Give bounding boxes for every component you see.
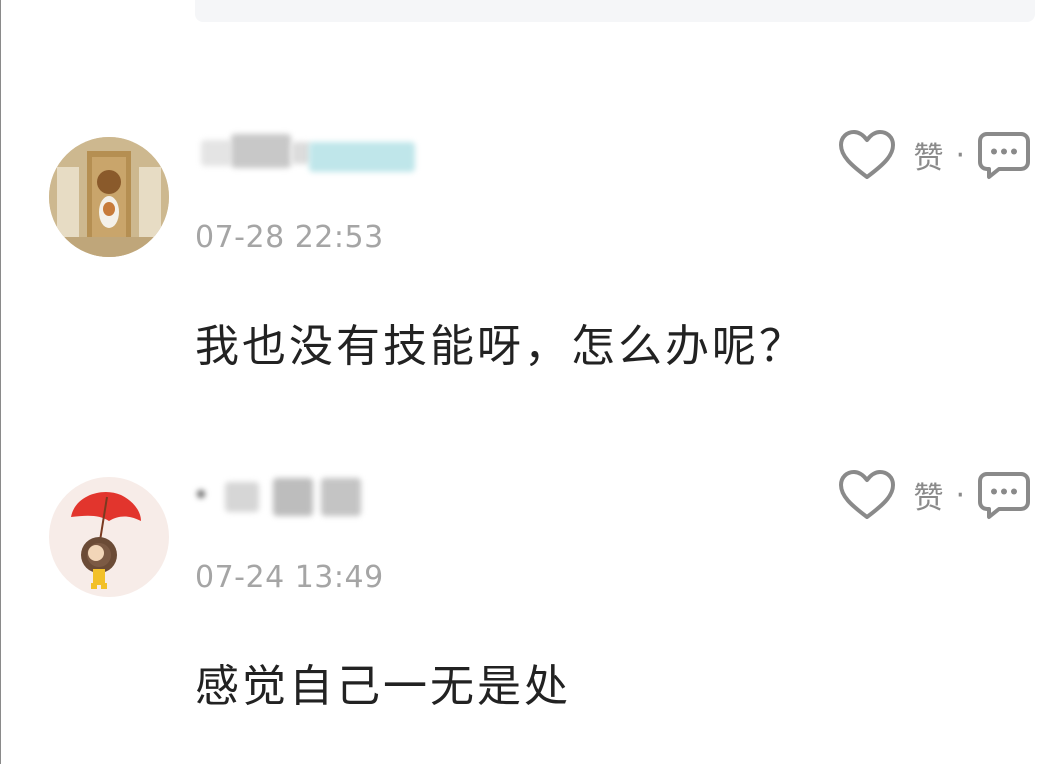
heart-outline-icon[interactable] xyxy=(837,469,897,521)
interior-vase-avatar-icon xyxy=(49,137,169,257)
username-blurred[interactable] xyxy=(181,470,381,516)
comment-timestamp: 07-28 22:53 xyxy=(195,220,384,255)
separator-dot: · xyxy=(955,137,965,173)
avatar[interactable] xyxy=(49,477,169,597)
comment-text: 我也没有技能呀，怎么办呢？ xyxy=(195,321,806,372)
girl-with-red-umbrella-avatar-icon xyxy=(49,477,169,597)
speech-bubble-icon[interactable] xyxy=(977,470,1031,520)
comment-actions: 赞 · xyxy=(837,465,1031,525)
avatar[interactable] xyxy=(49,137,169,257)
comment-text: 感觉自己一无是处 xyxy=(195,661,571,712)
previous-reply-box[interactable] xyxy=(195,0,1035,22)
like-label[interactable]: 赞 xyxy=(913,133,943,177)
speech-bubble-icon[interactable] xyxy=(977,130,1031,180)
username-blurred[interactable] xyxy=(181,128,421,174)
heart-outline-icon[interactable] xyxy=(837,129,897,181)
comment-timestamp: 07-24 13:49 xyxy=(195,560,384,595)
comment-actions: 赞 · xyxy=(837,125,1031,185)
comment-list-page: 赞 · 07-28 22:53 我也没有技能呀，怎么办呢？ 赞 · 07-24 … xyxy=(0,0,1064,764)
like-label[interactable]: 赞 xyxy=(913,473,943,517)
separator-dot: · xyxy=(955,477,965,513)
